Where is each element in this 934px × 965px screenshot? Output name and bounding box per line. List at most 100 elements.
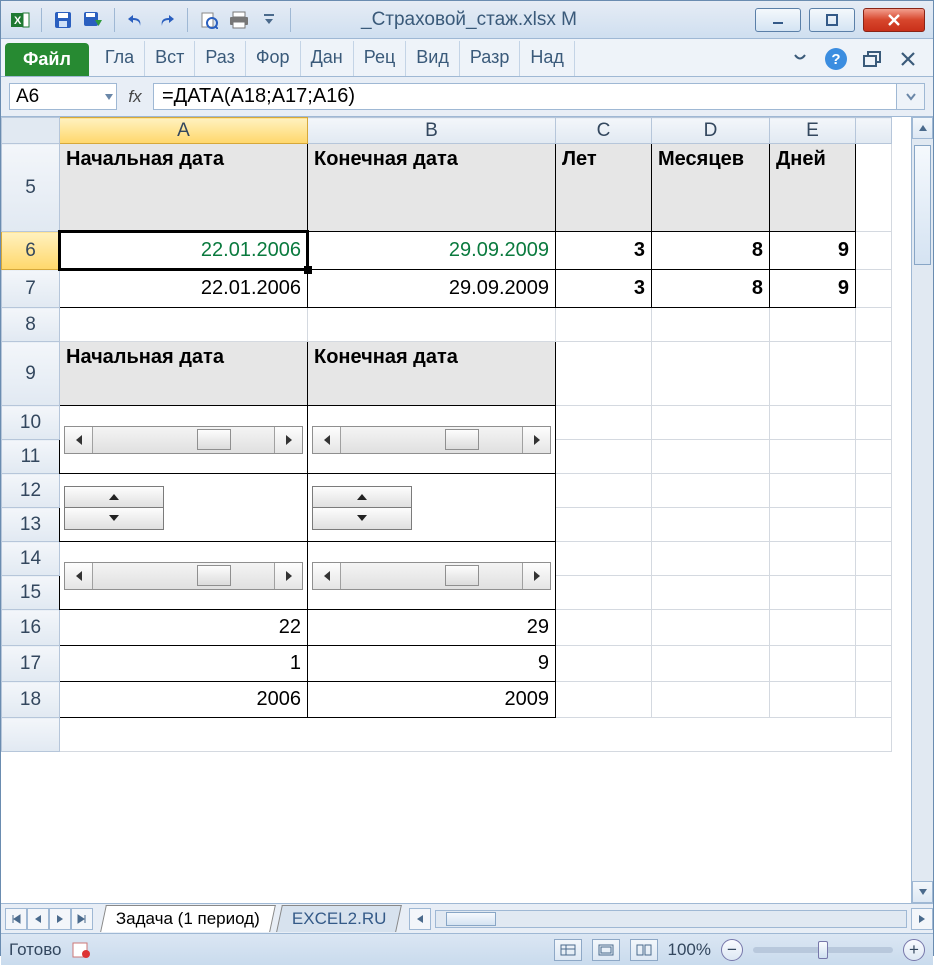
tab-pagelayout[interactable]: Раз (195, 41, 245, 76)
cell-A14[interactable] (60, 542, 308, 610)
spin-up-icon[interactable] (312, 486, 412, 508)
cell-B14[interactable] (308, 542, 556, 610)
row-header-18[interactable]: 18 (2, 682, 60, 718)
view-pagelayout-icon[interactable] (592, 939, 620, 961)
cell-F10[interactable] (856, 406, 892, 440)
cell-C15[interactable] (556, 576, 652, 610)
cell-A7[interactable]: 22.01.2006 (60, 270, 308, 308)
horizontal-scrollbar[interactable] (409, 908, 933, 930)
scroll-right-icon[interactable] (522, 427, 550, 453)
vertical-scrollbar[interactable] (911, 117, 933, 903)
cell-B10[interactable] (308, 406, 556, 474)
cell-F9[interactable] (856, 342, 892, 406)
scroll-down-icon[interactable] (912, 881, 933, 903)
cell-D15[interactable] (652, 576, 770, 610)
save-icon[interactable] (50, 7, 76, 33)
cell-E7[interactable]: 9 (770, 270, 856, 308)
cell-A17[interactable]: 1 (60, 646, 308, 682)
cell-F5[interactable] (856, 144, 892, 232)
row-header-6[interactable]: 6 (2, 232, 60, 270)
cell-B16[interactable]: 29 (308, 610, 556, 646)
tab-insert[interactable]: Вст (145, 41, 195, 76)
print-preview-icon[interactable] (196, 7, 222, 33)
minimize-button[interactable] (755, 8, 801, 32)
cell-D5[interactable]: Месяцев (652, 144, 770, 232)
scroll-right-icon[interactable] (274, 563, 302, 589)
cell-A6[interactable]: 22.01.2006 (60, 232, 308, 270)
zoom-slider[interactable] (753, 947, 893, 953)
row-header-13[interactable]: 13 (2, 508, 60, 542)
scroll-left-icon[interactable] (65, 563, 93, 589)
cell-F6[interactable] (856, 232, 892, 270)
cell-E11[interactable] (770, 440, 856, 474)
cell-D12[interactable] (652, 474, 770, 508)
cell-D18[interactable] (652, 682, 770, 718)
print-icon[interactable] (226, 7, 252, 33)
row-header-12[interactable]: 12 (2, 474, 60, 508)
cell-F16[interactable] (856, 610, 892, 646)
cell-A18[interactable]: 2006 (60, 682, 308, 718)
formula-input[interactable]: =ДАТА(A18;A17;A16) (153, 83, 897, 110)
row-header-10[interactable]: 10 (2, 406, 60, 440)
window-restore-icon[interactable] (863, 51, 883, 67)
scroll-thumb[interactable] (445, 429, 479, 450)
cell-E16[interactable] (770, 610, 856, 646)
formula-expand-icon[interactable] (897, 83, 925, 110)
cell-C13[interactable] (556, 508, 652, 542)
sheet-nav-next-icon[interactable] (49, 908, 71, 930)
cell-F17[interactable] (856, 646, 892, 682)
row-header-16[interactable]: 16 (2, 610, 60, 646)
cell-D11[interactable] (652, 440, 770, 474)
cell-E14[interactable] (770, 542, 856, 576)
sheet-tab-inactive[interactable]: EXCEL2.RU (276, 905, 402, 932)
row-header-5[interactable]: 5 (2, 144, 60, 232)
tab-developer[interactable]: Разр (460, 41, 520, 76)
tab-data[interactable]: Дан (301, 41, 354, 76)
file-tab[interactable]: Файл (5, 43, 89, 76)
cell-F11[interactable] (856, 440, 892, 474)
fx-label[interactable]: fx (128, 87, 141, 107)
scrollbar-control-1b[interactable] (312, 426, 551, 454)
cell-C7[interactable]: 3 (556, 270, 652, 308)
cell-E18[interactable] (770, 682, 856, 718)
cell-C16[interactable] (556, 610, 652, 646)
row-header-15[interactable]: 15 (2, 576, 60, 610)
cell-E10[interactable] (770, 406, 856, 440)
spin-down-icon[interactable] (64, 508, 164, 530)
maximize-button[interactable] (809, 8, 855, 32)
row-header-next[interactable] (2, 718, 60, 752)
cell-D9[interactable] (652, 342, 770, 406)
row-header-7[interactable]: 7 (2, 270, 60, 308)
qat-customize-icon[interactable] (256, 7, 282, 33)
cell-B6[interactable]: 29.09.2009 (308, 232, 556, 270)
cell-B5[interactable]: Конечная дата (308, 144, 556, 232)
cell-B17[interactable]: 9 (308, 646, 556, 682)
hscroll-left-icon[interactable] (409, 908, 431, 930)
sheet-tab-active[interactable]: Задача (1 период) (100, 905, 276, 932)
scroll-right-icon[interactable] (522, 563, 550, 589)
scroll-thumb[interactable] (446, 912, 496, 926)
cell-A5[interactable]: Начальная дата (60, 144, 308, 232)
cell-F18[interactable] (856, 682, 892, 718)
cell-D17[interactable] (652, 646, 770, 682)
cell-D13[interactable] (652, 508, 770, 542)
sheet-nav-first-icon[interactable] (5, 908, 27, 930)
name-box-dropdown-icon[interactable] (104, 92, 114, 102)
hscroll-right-icon[interactable] (911, 908, 933, 930)
col-header-next[interactable] (856, 118, 892, 144)
cell-F8[interactable] (856, 308, 892, 342)
cell-D8[interactable] (652, 308, 770, 342)
cell-A16[interactable]: 22 (60, 610, 308, 646)
scroll-left-icon[interactable] (313, 427, 341, 453)
cell-A8[interactable] (60, 308, 308, 342)
cell-E9[interactable] (770, 342, 856, 406)
zoom-in-button[interactable]: + (903, 939, 925, 961)
cell-D14[interactable] (652, 542, 770, 576)
col-header-D[interactable]: D (652, 118, 770, 144)
help-icon[interactable]: ? (825, 48, 847, 70)
cell-A9[interactable]: Начальная дата (60, 342, 308, 406)
undo-icon[interactable] (123, 7, 149, 33)
select-all-corner[interactable] (2, 118, 60, 144)
zoom-level[interactable]: 100% (668, 940, 711, 960)
scroll-thumb[interactable] (197, 429, 231, 450)
